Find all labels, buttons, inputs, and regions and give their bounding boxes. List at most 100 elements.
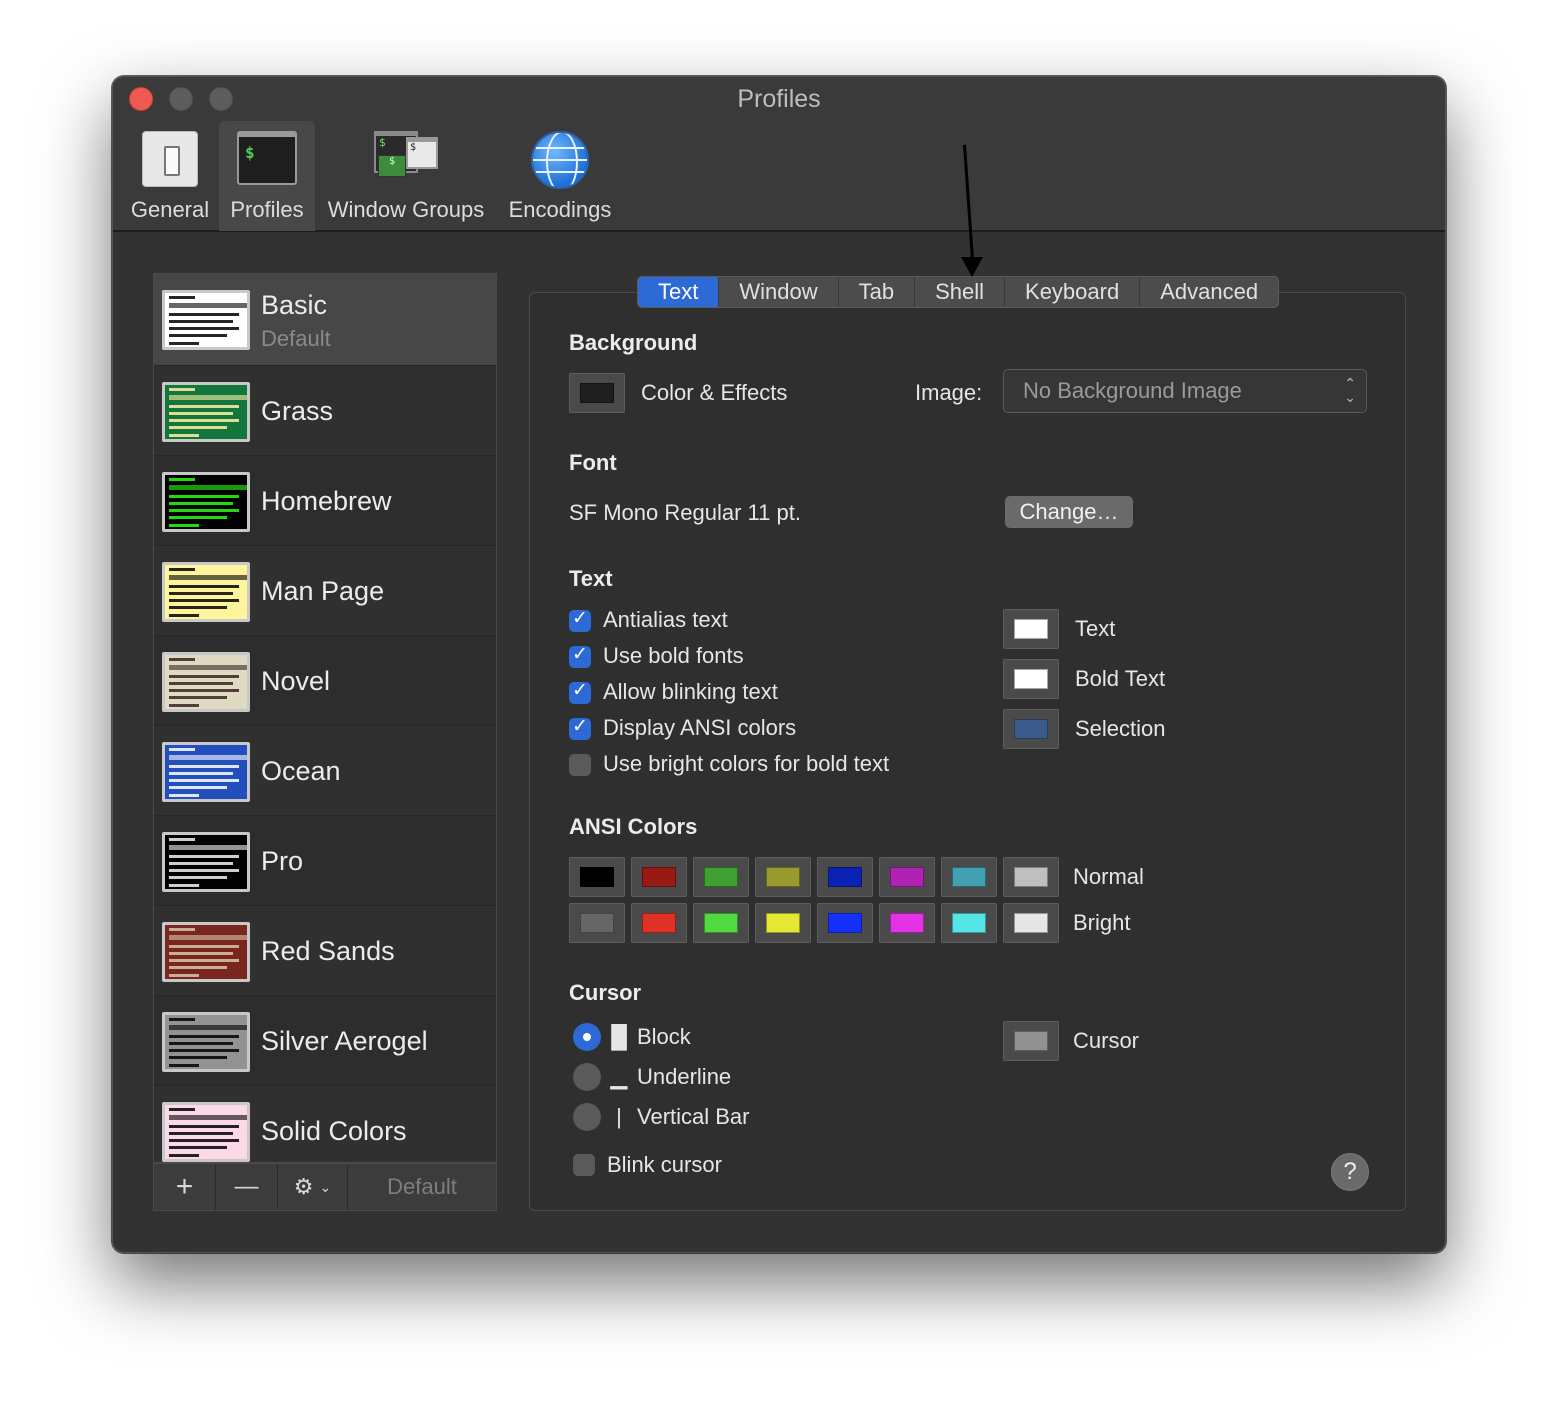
- ansi-bright-color-well[interactable]: [817, 903, 873, 943]
- tab-advanced[interactable]: Advanced: [1140, 277, 1278, 307]
- profile-thumbnail: [162, 832, 250, 892]
- settings-tabs: Text Window Tab Shell Keyboard Advanced: [637, 276, 1280, 308]
- profile-name: Pro: [261, 846, 304, 876]
- toolbar-window-groups[interactable]: $ $ $ Window Groups: [321, 121, 491, 231]
- cursor-style-label: Vertical Bar: [637, 1104, 750, 1129]
- ansi-normal-color-well[interactable]: [569, 857, 625, 897]
- ansi-section-title: ANSI Colors: [569, 814, 698, 839]
- background-color-well[interactable]: [569, 373, 625, 413]
- help-button[interactable]: ?: [1331, 1153, 1369, 1191]
- gear-icon: ⚙: [293, 1174, 314, 1199]
- cursor-style-glyph: ▁: [610, 1064, 628, 1089]
- tab-tab[interactable]: Tab: [839, 277, 916, 307]
- cursor-style-label: Block: [637, 1024, 691, 1049]
- cursor-style-radio[interactable]: [573, 1103, 601, 1131]
- text-option-checkbox[interactable]: [569, 607, 591, 632]
- set-default-button[interactable]: Default: [348, 1164, 496, 1210]
- profile-item[interactable]: Pro: [154, 816, 496, 906]
- text-option-label: Antialias text: [603, 607, 728, 632]
- background-image-select[interactable]: No Background Image ⌃ ⌄: [1003, 369, 1367, 413]
- font-section-title: Font: [569, 450, 617, 475]
- cursor-color-well[interactable]: [1003, 1021, 1059, 1061]
- profile-item[interactable]: Novel: [154, 636, 496, 726]
- ansi-normal-color-well[interactable]: [1003, 857, 1059, 897]
- cursor-style-radio[interactable]: [573, 1023, 601, 1051]
- tab-window[interactable]: Window: [719, 277, 839, 307]
- text-option-checkbox[interactable]: [569, 643, 591, 668]
- window-title: Profiles: [737, 85, 821, 113]
- profile-thumbnail: [162, 382, 250, 442]
- profile-thumbnail: [162, 652, 250, 712]
- ansi-normal-color-well[interactable]: [693, 857, 749, 897]
- profile-name: Basic: [261, 290, 328, 320]
- ansi-bright-color-well[interactable]: [693, 903, 749, 943]
- profile-item[interactable]: Man Page: [154, 546, 496, 636]
- ansi-normal-color-well[interactable]: [817, 857, 873, 897]
- add-profile-button[interactable]: +: [154, 1164, 216, 1210]
- text-option-checkbox[interactable]: [569, 754, 591, 776]
- text-section-title: Text: [569, 566, 613, 591]
- profile-thumbnail: [162, 562, 250, 622]
- blink-cursor-checkbox[interactable]: [573, 1154, 595, 1176]
- profile-item[interactable]: Homebrew: [154, 456, 496, 546]
- ansi-normal-color-well[interactable]: [755, 857, 811, 897]
- text-option-label: Use bold fonts: [603, 643, 744, 668]
- profile-item[interactable]: Silver Aerogel: [154, 996, 496, 1086]
- toolbar-general[interactable]: General: [127, 121, 213, 231]
- cursor-style-radio[interactable]: [573, 1063, 601, 1091]
- ansi-bright-color-well[interactable]: [569, 903, 625, 943]
- profile-actions-menu[interactable]: ⚙ ⌄: [278, 1164, 348, 1210]
- cursor-section-title: Cursor: [569, 980, 642, 1005]
- ansi-normal-color-well[interactable]: [631, 857, 687, 897]
- profile-item[interactable]: Solid Colors: [154, 1086, 496, 1162]
- blink-cursor-label: Blink cursor: [607, 1152, 722, 1177]
- text-option-label: Use bright colors for bold text: [603, 751, 890, 776]
- profile-name: Homebrew: [261, 486, 392, 516]
- text-option-label: Display ANSI colors: [603, 715, 797, 740]
- toolbar-profiles[interactable]: $ Profiles: [219, 121, 315, 231]
- profile-thumbnail: [162, 742, 250, 802]
- text-color-well[interactable]: [1003, 709, 1059, 749]
- profile-name: Ocean: [261, 756, 341, 786]
- profile-item[interactable]: Basic Default: [154, 274, 496, 366]
- image-label: Image:: [915, 380, 983, 405]
- text-option-label: Allow blinking text: [603, 679, 778, 704]
- toolbar-encodings[interactable]: Encodings: [501, 121, 619, 231]
- select-arrows-icon: ⌃ ⌄: [1344, 375, 1356, 405]
- profile-item[interactable]: Red Sands: [154, 906, 496, 996]
- tab-text[interactable]: Text: [638, 277, 720, 307]
- ansi-bright-color-well[interactable]: [1003, 903, 1059, 943]
- ansi-normal-color-well[interactable]: [879, 857, 935, 897]
- chevron-down-icon: ⌄: [319, 1178, 332, 1195]
- ansi-bright-color-well[interactable]: [631, 903, 687, 943]
- text-option-checkbox[interactable]: [569, 715, 591, 740]
- profile-item[interactable]: Grass: [154, 366, 496, 456]
- font-value: SF Mono Regular 11 pt.: [569, 500, 801, 525]
- ansi-bright-color-well[interactable]: [879, 903, 935, 943]
- text-option-checkbox[interactable]: [569, 679, 591, 704]
- remove-profile-button[interactable]: —: [216, 1164, 278, 1210]
- ansi-bright-color-well[interactable]: [941, 903, 997, 943]
- cursor-color-label: Cursor: [1073, 1028, 1140, 1053]
- profile-thumbnail: [162, 1102, 250, 1162]
- text-color-label: Text: [1075, 616, 1116, 641]
- text-color-well[interactable]: [1003, 659, 1059, 699]
- terminal-icon: $: [237, 131, 297, 185]
- text-color-well[interactable]: [1003, 609, 1059, 649]
- profile-default-label: Default: [261, 326, 331, 351]
- tab-keyboard[interactable]: Keyboard: [1005, 277, 1141, 307]
- profile-thumbnail: [162, 472, 250, 532]
- background-section-title: Background: [569, 330, 698, 355]
- titlebar: Profiles General $ Profiles $ $ $ Window…: [113, 77, 1445, 232]
- ansi-normal-color-well[interactable]: [941, 857, 997, 897]
- cursor-style-glyph: |: [616, 1104, 622, 1129]
- text-color-label: Selection: [1075, 716, 1166, 741]
- ansi-bright-color-well[interactable]: [755, 903, 811, 943]
- tab-shell[interactable]: Shell: [915, 277, 1006, 307]
- profile-thumbnail: [162, 922, 250, 982]
- profile-list[interactable]: Basic Default Grass Homebrew Man Page Novel Oc…: [153, 273, 497, 1163]
- cursor-style-label: Underline: [637, 1064, 732, 1089]
- profile-item[interactable]: Ocean: [154, 726, 496, 816]
- change-font-button[interactable]: Change…: [1005, 496, 1133, 528]
- color-effects-label: Color & Effects: [641, 380, 788, 405]
